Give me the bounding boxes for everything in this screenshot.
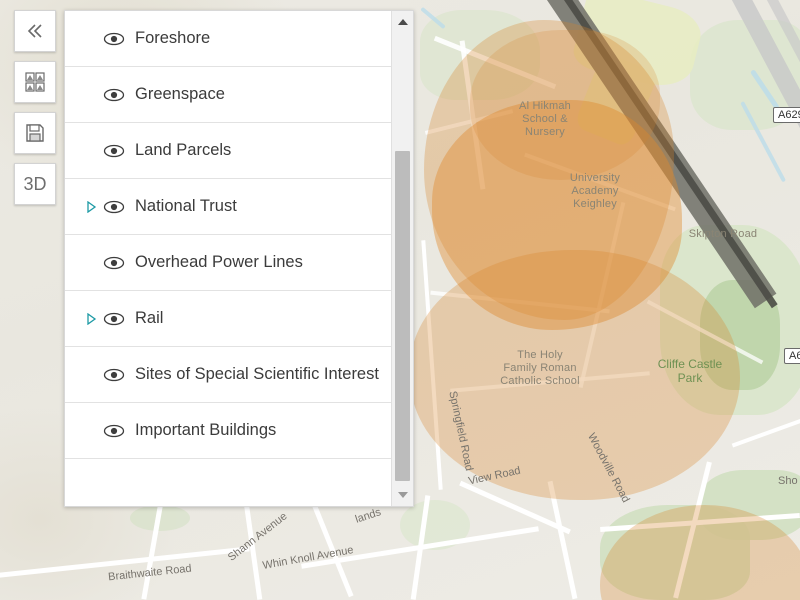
- scrollbar-thumb[interactable]: [395, 151, 410, 481]
- double-chevron-left-icon: [24, 20, 46, 42]
- map-road-shield: A629: [773, 107, 800, 123]
- layer-list-viewport: Foreshore Greenspace Land Parcels National …: [65, 11, 391, 506]
- eye-icon[interactable]: [101, 368, 127, 382]
- 3d-view-label: 3D: [23, 173, 47, 194]
- eye-icon[interactable]: [101, 32, 127, 46]
- layer-name-label: National Trust: [135, 197, 237, 215]
- grid-thumbnails-icon: [24, 71, 46, 93]
- layer-name-label: Sites of Special Scientific Interest: [135, 365, 379, 383]
- layer-row[interactable]: Sites of Special Scientific Interest: [65, 347, 391, 403]
- expand-triangle-right-icon[interactable]: [83, 200, 99, 213]
- layer-list: Foreshore Greenspace Land Parcels National …: [65, 11, 391, 459]
- eye-icon[interactable]: [101, 424, 127, 438]
- eye-icon[interactable]: [101, 144, 127, 158]
- map-place-label: University Academy Keighley: [569, 172, 621, 210]
- expand-triangle-right-icon[interactable]: [83, 312, 99, 325]
- layer-row[interactable]: Foreshore: [65, 11, 391, 67]
- map-place-label: Skipton Road: [688, 228, 758, 240]
- basemap-gallery-button[interactable]: [14, 61, 56, 103]
- layer-name-label: Important Buildings: [135, 421, 277, 439]
- layer-row[interactable]: Rail: [65, 291, 391, 347]
- map-road-shield: A6: [784, 348, 800, 364]
- layer-row[interactable]: Important Buildings: [65, 403, 391, 459]
- floppy-disk-save-icon: [24, 122, 46, 144]
- layer-row[interactable]: Overhead Power Lines: [65, 235, 391, 291]
- eye-icon[interactable]: [101, 200, 127, 214]
- layer-row[interactable]: Land Parcels: [65, 123, 391, 179]
- map-street-label: Sho: [778, 475, 798, 487]
- collapse-panel-button[interactable]: [14, 10, 56, 52]
- layer-name-label: Land Parcels: [135, 141, 232, 159]
- triangle-up-icon: [397, 13, 409, 31]
- layer-row[interactable]: National Trust: [65, 179, 391, 235]
- layer-name-label: Overhead Power Lines: [135, 253, 303, 271]
- layer-name-label: Rail: [135, 309, 164, 327]
- map-place-label: The Holy Family Roman Catholic School: [500, 349, 580, 387]
- map-place-label: Al Hikmah School & Nursery: [519, 100, 571, 138]
- layer-list-scrollbar[interactable]: [391, 11, 413, 506]
- layer-list-panel: Foreshore Greenspace Land Parcels National …: [64, 10, 414, 507]
- map-park-label: Cliffe Castle Park: [657, 357, 723, 385]
- 3d-view-button[interactable]: 3D: [14, 163, 56, 205]
- layer-name-label: Foreshore: [135, 29, 211, 47]
- layer-row[interactable]: Greenspace: [65, 67, 391, 123]
- save-button[interactable]: [14, 112, 56, 154]
- eye-icon[interactable]: [101, 312, 127, 326]
- scroll-up-button[interactable]: [392, 11, 413, 33]
- eye-icon[interactable]: [101, 256, 127, 270]
- eye-icon[interactable]: [101, 88, 127, 102]
- triangle-down-icon: [397, 486, 409, 504]
- scroll-down-button[interactable]: [392, 484, 413, 506]
- layer-name-label: Greenspace: [135, 85, 225, 103]
- map-toolbar: 3D: [14, 10, 58, 214]
